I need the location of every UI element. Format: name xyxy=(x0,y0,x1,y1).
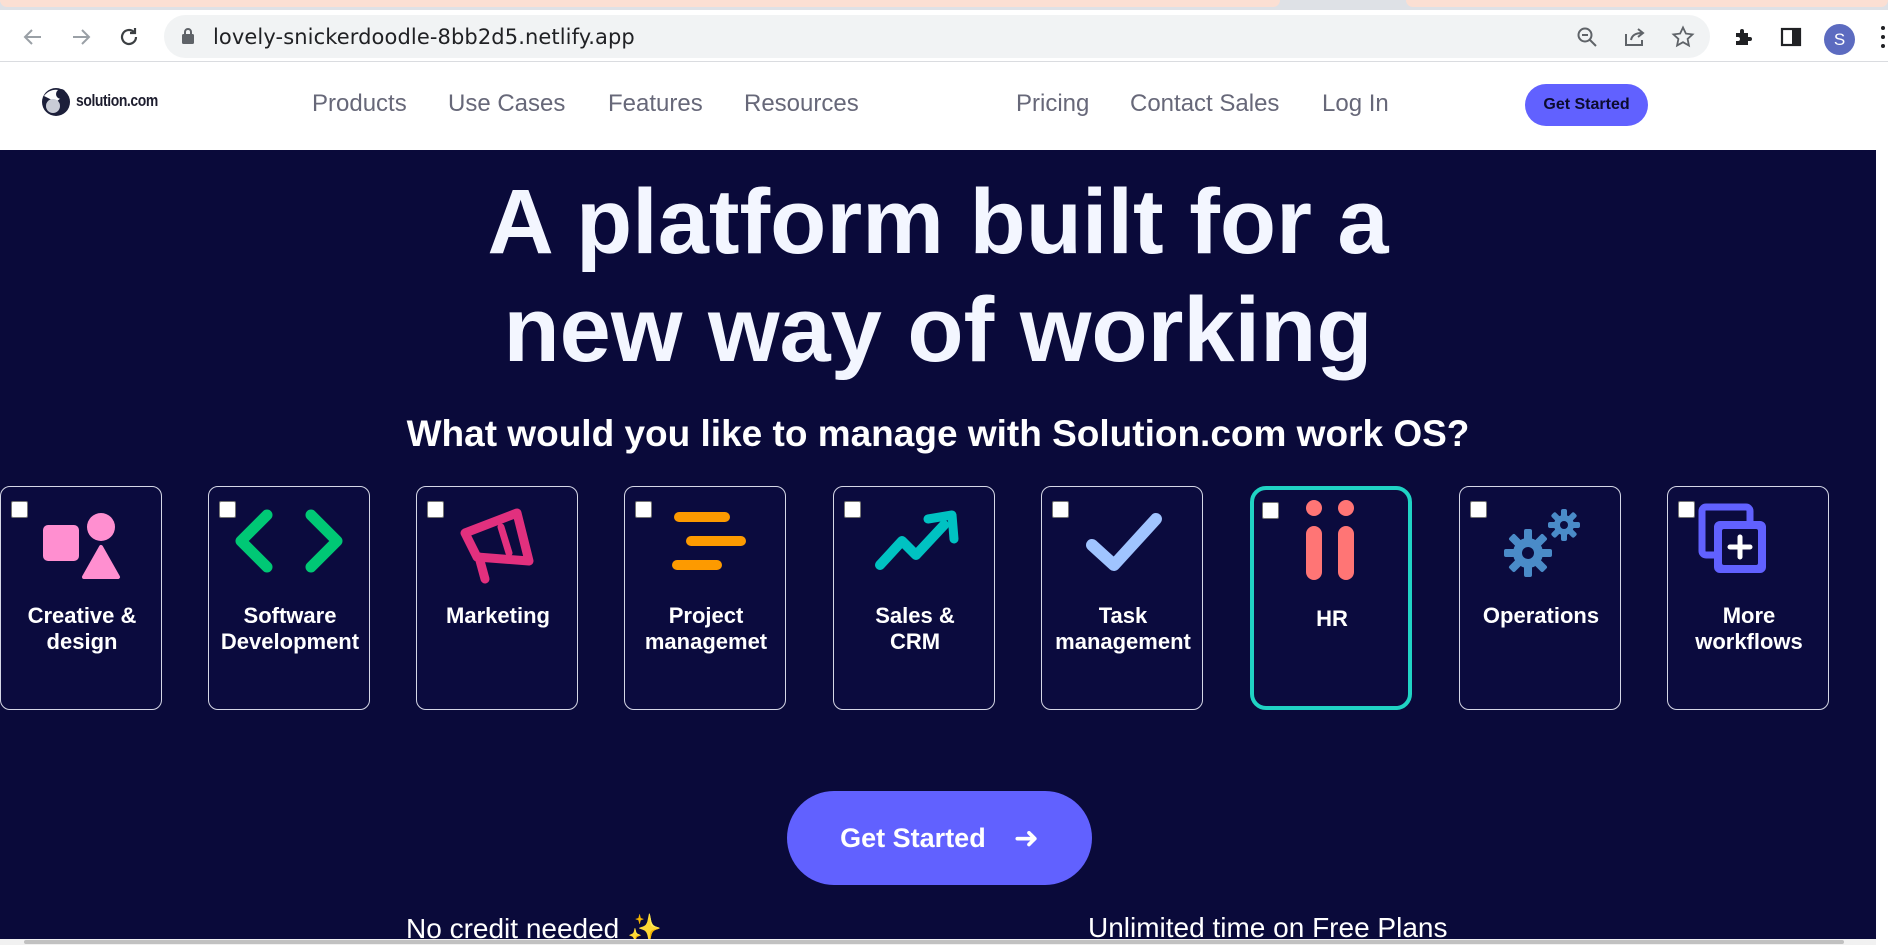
logo-icon xyxy=(40,84,72,118)
nav-features[interactable]: Features xyxy=(608,90,703,118)
workflow-card-label: Project managemet xyxy=(644,603,768,654)
workflow-card-label: Marketing xyxy=(446,603,550,628)
browser-tab[interactable] xyxy=(1406,0,1888,7)
workflow-card-label: Operations xyxy=(1482,603,1600,628)
nav-log-in[interactable]: Log In xyxy=(1322,90,1389,118)
browser-toolbar: lovely-snickerdoodle-8bb2d5.netlify.app … xyxy=(0,10,1888,62)
workflow-card-hr[interactable]: HR xyxy=(1250,486,1412,710)
menu-icon[interactable] xyxy=(1878,26,1888,56)
nav-contact-sales[interactable]: Contact Sales xyxy=(1130,90,1279,118)
header-get-started-button[interactable]: Get Started xyxy=(1525,84,1648,126)
logo[interactable]: solution.com xyxy=(40,84,176,118)
bars-icon xyxy=(672,512,746,570)
people-icon xyxy=(1306,500,1354,580)
vertical-scrollbar[interactable] xyxy=(1876,62,1888,945)
workflow-card-project[interactable]: Project managemet xyxy=(624,486,786,710)
url-text[interactable]: lovely-snickerdoodle-8bb2d5.netlify.app xyxy=(213,25,635,49)
horizontal-scrollbar[interactable] xyxy=(0,939,1876,945)
lock-icon[interactable] xyxy=(181,27,195,50)
workflow-card-task[interactable]: Task management xyxy=(1041,486,1203,710)
workflow-card-sales[interactable]: Sales & CRM xyxy=(833,486,995,710)
trend-arrow-icon xyxy=(875,510,959,570)
workflow-card-label: Software Development xyxy=(220,603,360,654)
megaphone-icon xyxy=(460,508,534,584)
browser-tab[interactable] xyxy=(0,0,1280,7)
tab-strip xyxy=(0,0,1888,10)
hero-title-line: new way of working xyxy=(503,279,1373,381)
site-header: solution.com Products Use Cases Features… xyxy=(0,62,1876,150)
nav-use-cases[interactable]: Use Cases xyxy=(448,90,565,118)
workflow-card-creative[interactable]: Creative & design xyxy=(0,486,162,710)
side-panel-icon[interactable] xyxy=(1776,22,1806,52)
hero-section: A platform built for a new way of workin… xyxy=(0,150,1876,945)
get-started-label: Get Started xyxy=(840,822,986,853)
scrollbar-thumb[interactable] xyxy=(24,940,1844,944)
shapes-icon xyxy=(43,513,120,579)
code-brackets-icon xyxy=(235,509,343,573)
checkmark-icon xyxy=(1086,513,1162,571)
zoom-icon[interactable] xyxy=(1572,23,1602,51)
workflow-card-more[interactable]: More workflows xyxy=(1667,486,1829,710)
get-started-button[interactable]: Get Started ➜ xyxy=(787,791,1092,885)
workflow-card-label: More workflows xyxy=(1695,603,1803,654)
workflow-card-marketing[interactable]: Marketing xyxy=(416,486,578,710)
workflow-card-label: HR xyxy=(1316,606,1348,631)
share-icon[interactable] xyxy=(1620,23,1650,51)
address-bar[interactable]: lovely-snickerdoodle-8bb2d5.netlify.app xyxy=(164,15,1710,58)
logo-text: solution.com xyxy=(76,91,158,110)
workflow-card-operations[interactable]: Operations xyxy=(1459,486,1621,710)
nav-products[interactable]: Products xyxy=(312,90,407,118)
star-icon[interactable] xyxy=(1668,23,1698,51)
forward-icon[interactable] xyxy=(64,20,98,54)
workflow-card-label: Sales & CRM xyxy=(875,603,955,654)
reload-icon[interactable] xyxy=(112,20,146,54)
hero-title: A platform built for a new way of workin… xyxy=(0,168,1876,384)
workflow-card-label: Creative & design xyxy=(27,603,137,654)
add-layers-icon xyxy=(1698,503,1766,573)
nav-pricing[interactable]: Pricing xyxy=(1016,90,1089,118)
back-icon[interactable] xyxy=(16,20,50,54)
profile-avatar[interactable]: S xyxy=(1824,24,1855,55)
extensions-icon[interactable] xyxy=(1728,22,1758,52)
workflow-card-label: Task management xyxy=(1055,603,1191,654)
hero-question: What would you like to manage with Solut… xyxy=(406,413,1470,454)
workflow-card-software[interactable]: Software Development xyxy=(208,486,370,710)
arrow-right-icon: ➜ xyxy=(1013,821,1039,855)
nav-resources[interactable]: Resources xyxy=(744,90,859,118)
gears-icon xyxy=(1504,509,1580,577)
hero-title-line: A platform built for a xyxy=(487,171,1389,273)
